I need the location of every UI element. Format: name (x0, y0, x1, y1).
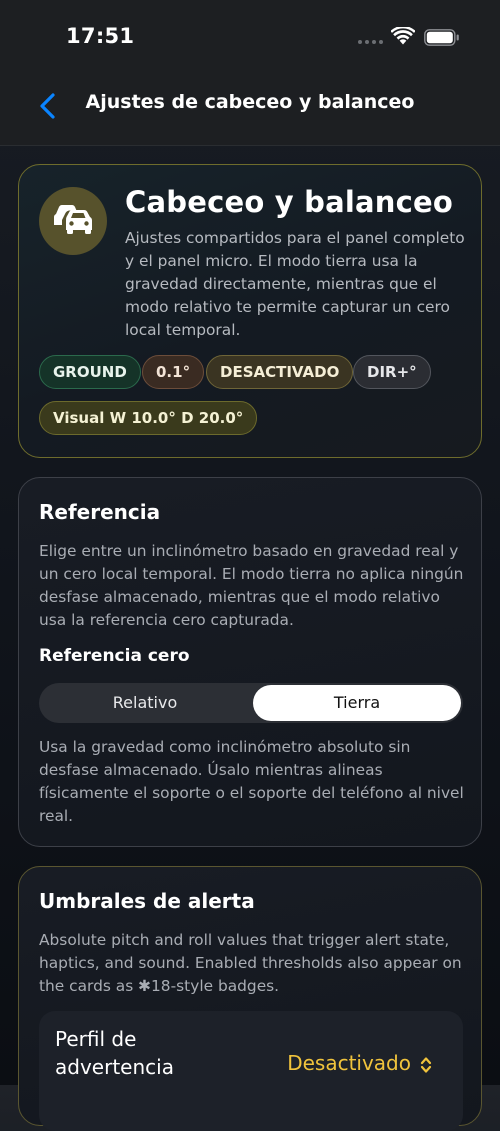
warning-status-badge: DESACTIVADO (206, 355, 354, 389)
battery-icon (424, 29, 459, 46)
status-time: 17:51 (66, 24, 135, 48)
reference-help-text: Usa la gravedad como inclinómetro absolu… (39, 738, 464, 825)
alert-thresholds-title: Umbrales de alerta (39, 889, 255, 913)
zero-reference-segmented-control: Relativo Tierra (39, 683, 463, 723)
cars-icon-badge (39, 187, 107, 255)
cars-icon (54, 205, 92, 234)
warning-profile-label: Perfil de advertencia (55, 1027, 174, 1079)
status-bar: 17:51 (0, 0, 500, 75)
card-description: Ajustes compartidos para el panel comple… (125, 229, 465, 339)
direction-badge: DIR+° (353, 355, 431, 389)
reference-title: Referencia (39, 500, 161, 524)
page-title: Ajustes de cabeceo y balanceo (85, 91, 415, 113)
reference-card: Referencia Elige entre un inclinómetro b… (18, 477, 482, 847)
zero-reference-label: Referencia cero (39, 646, 190, 666)
warning-profile-row[interactable]: Perfil de advertencia Desactivado (39, 1011, 463, 1131)
card-title: Cabeceo y balanceo (125, 185, 454, 219)
wifi-icon (391, 27, 415, 45)
alert-thresholds-card: Umbrales de alerta Absolute pitch and ro… (18, 866, 482, 1131)
reference-mode-badge: GROUND (39, 355, 141, 389)
pitch-roll-summary-card: Cabeceo y balanceo Ajustes compartidos p… (18, 164, 482, 458)
visual-thresholds-badge: Visual W 10.0° D 20.0° (39, 401, 258, 435)
reference-description: Elige entre un inclinómetro basado en gr… (39, 542, 464, 629)
alert-thresholds-description: Absolute pitch and roll values that trig… (39, 931, 462, 995)
angle-value-badge: 0.1° (142, 355, 205, 389)
segment-relativo[interactable]: Relativo (41, 685, 249, 721)
navigation-bar: Ajustes de cabeceo y balanceo (0, 75, 500, 146)
up-down-chevron-icon[interactable] (419, 1055, 433, 1075)
segment-tierra[interactable]: Tierra (253, 685, 461, 721)
warning-profile-value[interactable]: Desactivado (287, 1051, 411, 1075)
cellular-signal-icon (358, 40, 384, 46)
